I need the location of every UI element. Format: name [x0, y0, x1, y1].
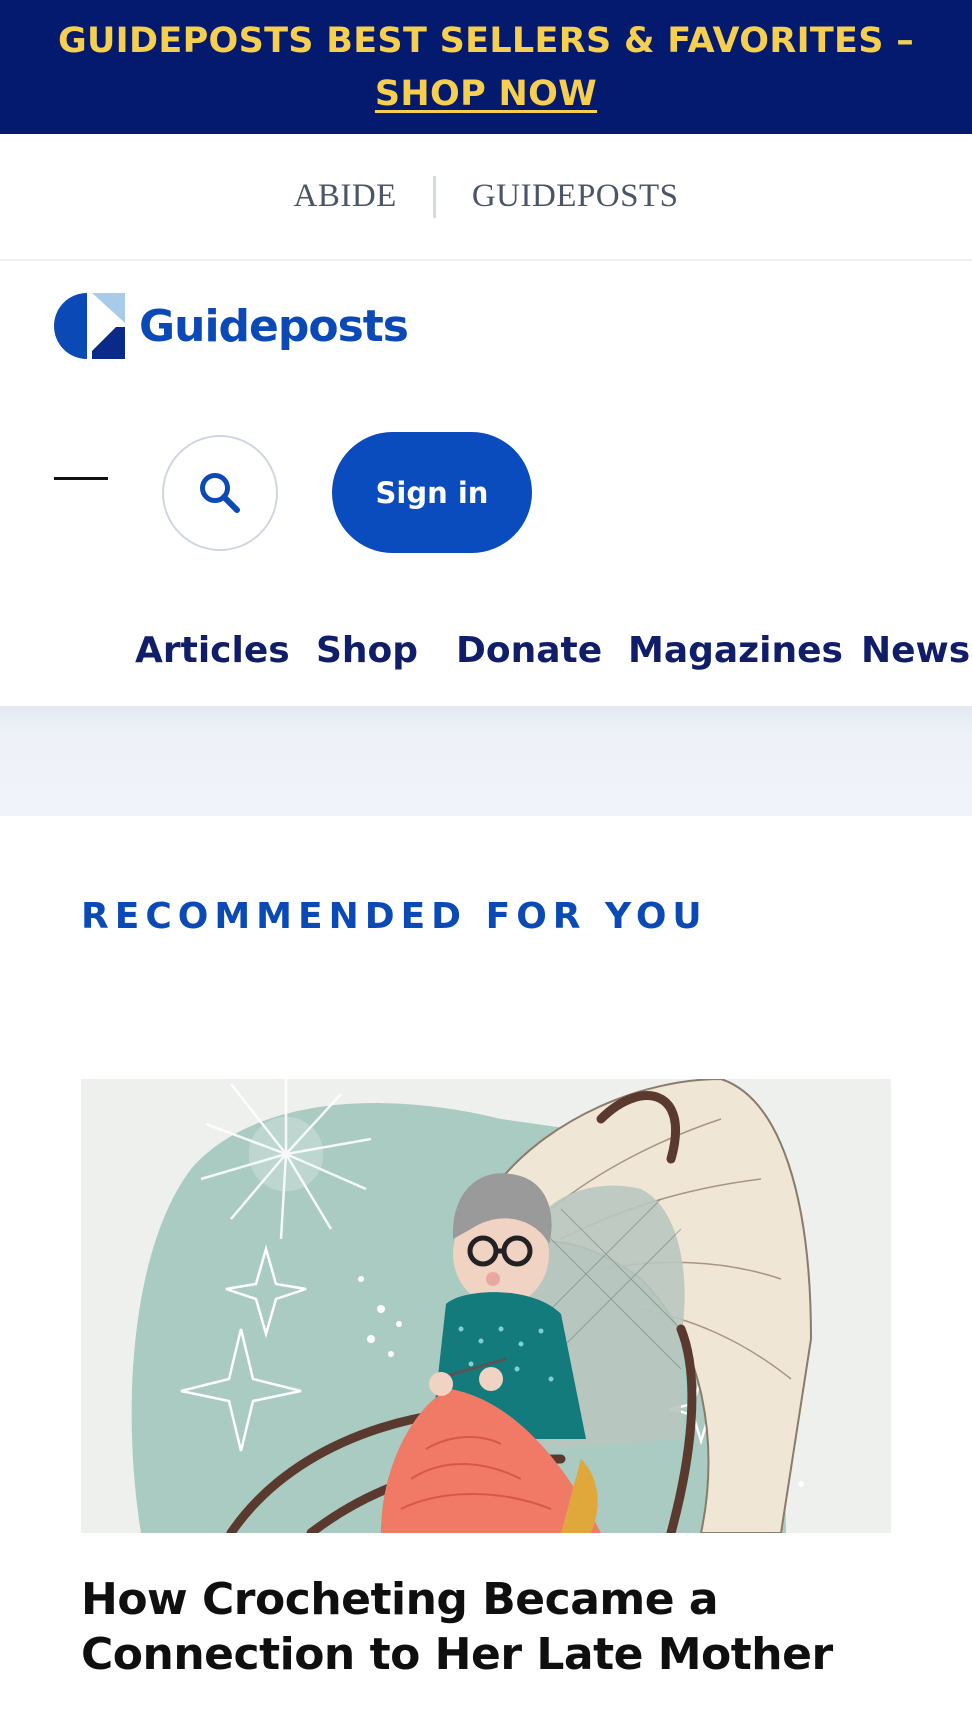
main-nav: Articles Shop Donate Magazines Newsle: [0, 612, 972, 702]
nav-newsletters[interactable]: Newsle: [861, 630, 972, 671]
article-image[interactable]: [81, 1079, 891, 1533]
sign-in-button[interactable]: Sign in: [332, 432, 532, 553]
shop-now-link[interactable]: SHOP NOW: [375, 68, 597, 121]
site-logo[interactable]: Guideposts: [54, 293, 409, 359]
promo-banner[interactable]: GUIDEPOSTS BEST SELLERS & FAVORITES – SH…: [0, 0, 972, 134]
article-title[interactable]: How Crocheting Became a Connection to He…: [81, 1572, 891, 1682]
nav-magazines[interactable]: Magazines: [628, 630, 843, 671]
divider: [432, 175, 436, 218]
nav-donate[interactable]: Donate: [456, 630, 602, 671]
logo-wordmark: Guideposts: [139, 300, 409, 352]
menu-icon[interactable]: [54, 477, 108, 480]
search-button[interactable]: [162, 435, 278, 551]
ad-placeholder: [0, 706, 972, 816]
promo-text: GUIDEPOSTS BEST SELLERS & FAVORITES –: [57, 21, 915, 61]
search-icon: [200, 473, 240, 513]
crochet-illustration: [81, 1079, 891, 1533]
guideposts-logo-icon: [54, 293, 125, 359]
nav-shop[interactable]: Shop: [316, 630, 418, 671]
nav-articles[interactable]: Articles: [135, 630, 290, 671]
site-link-abide[interactable]: ABIDE: [293, 178, 396, 215]
site-link-guideposts[interactable]: GUIDEPOSTS: [472, 178, 679, 215]
recommended-heading: RECOMMENDED FOR YOU: [81, 896, 708, 937]
site-switcher: ABIDE GUIDEPOSTS: [0, 134, 972, 261]
